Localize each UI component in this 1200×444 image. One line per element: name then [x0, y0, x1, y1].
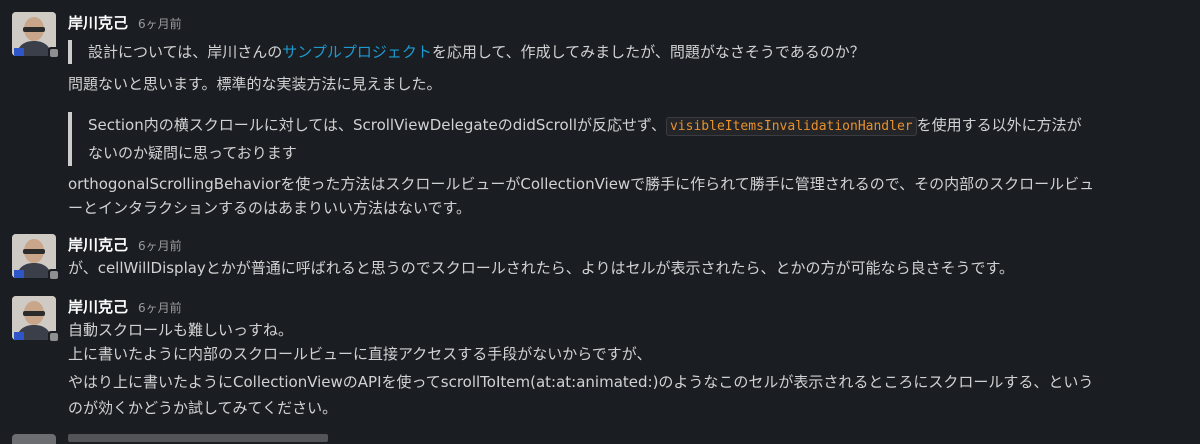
presence-icon	[48, 331, 60, 343]
timestamp[interactable]: 6ヶ月前	[138, 15, 182, 32]
timestamp[interactable]: 6ヶ月前	[138, 237, 182, 254]
message: 岸川克己 6ヶ月前 自動スクロールも難しいっすね。 上に書いたように内部のスクロ…	[0, 296, 1200, 426]
quote-text: ないのか疑問に思っております	[88, 144, 297, 162]
avatar[interactable]	[12, 234, 60, 281]
presence-icon	[48, 47, 60, 59]
quote-block: 設計については、岸川さんのサンプルプロジェクトを応用して、作成してみましたが、問…	[68, 40, 865, 64]
author-name[interactable]: 岸川克己	[68, 234, 128, 255]
timestamp[interactable]: 6ヶ月前	[138, 299, 182, 316]
message-text: が、cellWillDisplayとかが普通に呼ばれると思うのでスクロールされた…	[68, 259, 1015, 277]
sample-project-link[interactable]: サンプルプロジェクト	[282, 43, 432, 61]
avatar[interactable]	[12, 434, 56, 444]
inline-code: visibleItemsInvalidationHandler	[665, 117, 917, 136]
message-text: ーとインタラクションするのはあまりいい方法はないです。	[68, 199, 472, 217]
avatar[interactable]	[12, 296, 60, 343]
message-text: 問題ないと思います。標準的な実装方法に見えました。	[68, 75, 442, 93]
message: 岸川克己 6ヶ月前 が、cellWillDisplayとかが普通に呼ばれると思う…	[0, 234, 1200, 284]
message-text: 自動スクロールも難しいっすね。	[68, 321, 294, 339]
message-text: のが効くかどうか試してみてください。	[68, 399, 338, 417]
quote-text: を応用して、作成してみましたが、問題がなさそうであるのか？	[431, 43, 865, 61]
quote-block: Section内の横スクロールに対しては、ScrollViewDelegateの…	[68, 112, 1082, 166]
author-name[interactable]: 岸川克己	[68, 12, 128, 33]
message-text: 上に書いたように内部のスクロールビューに直接アクセスする手段がないからですが、	[68, 345, 652, 363]
avatar[interactable]	[12, 12, 60, 59]
author-name[interactable]: 岸川克己	[68, 296, 128, 317]
quote-text: 設計については、岸川さんの	[88, 43, 283, 61]
quote-text: を使用する以外に方法が	[916, 116, 1082, 134]
quote-text: Section内の横スクロールに対しては、ScrollViewDelegateの…	[88, 116, 666, 134]
message-text: orthogonalScrollingBehaviorを使った方法はスクロールビ…	[68, 175, 1095, 193]
presence-icon	[48, 269, 60, 281]
author-name[interactable]	[68, 434, 328, 442]
message-text: やはり上に書いたようにCollectionViewのAPIを使ってscrollT…	[68, 373, 1094, 391]
message: 岸川克己 6ヶ月前 設計については、岸川さんのサンプルプロジェクトを応用して、作…	[0, 12, 1200, 222]
